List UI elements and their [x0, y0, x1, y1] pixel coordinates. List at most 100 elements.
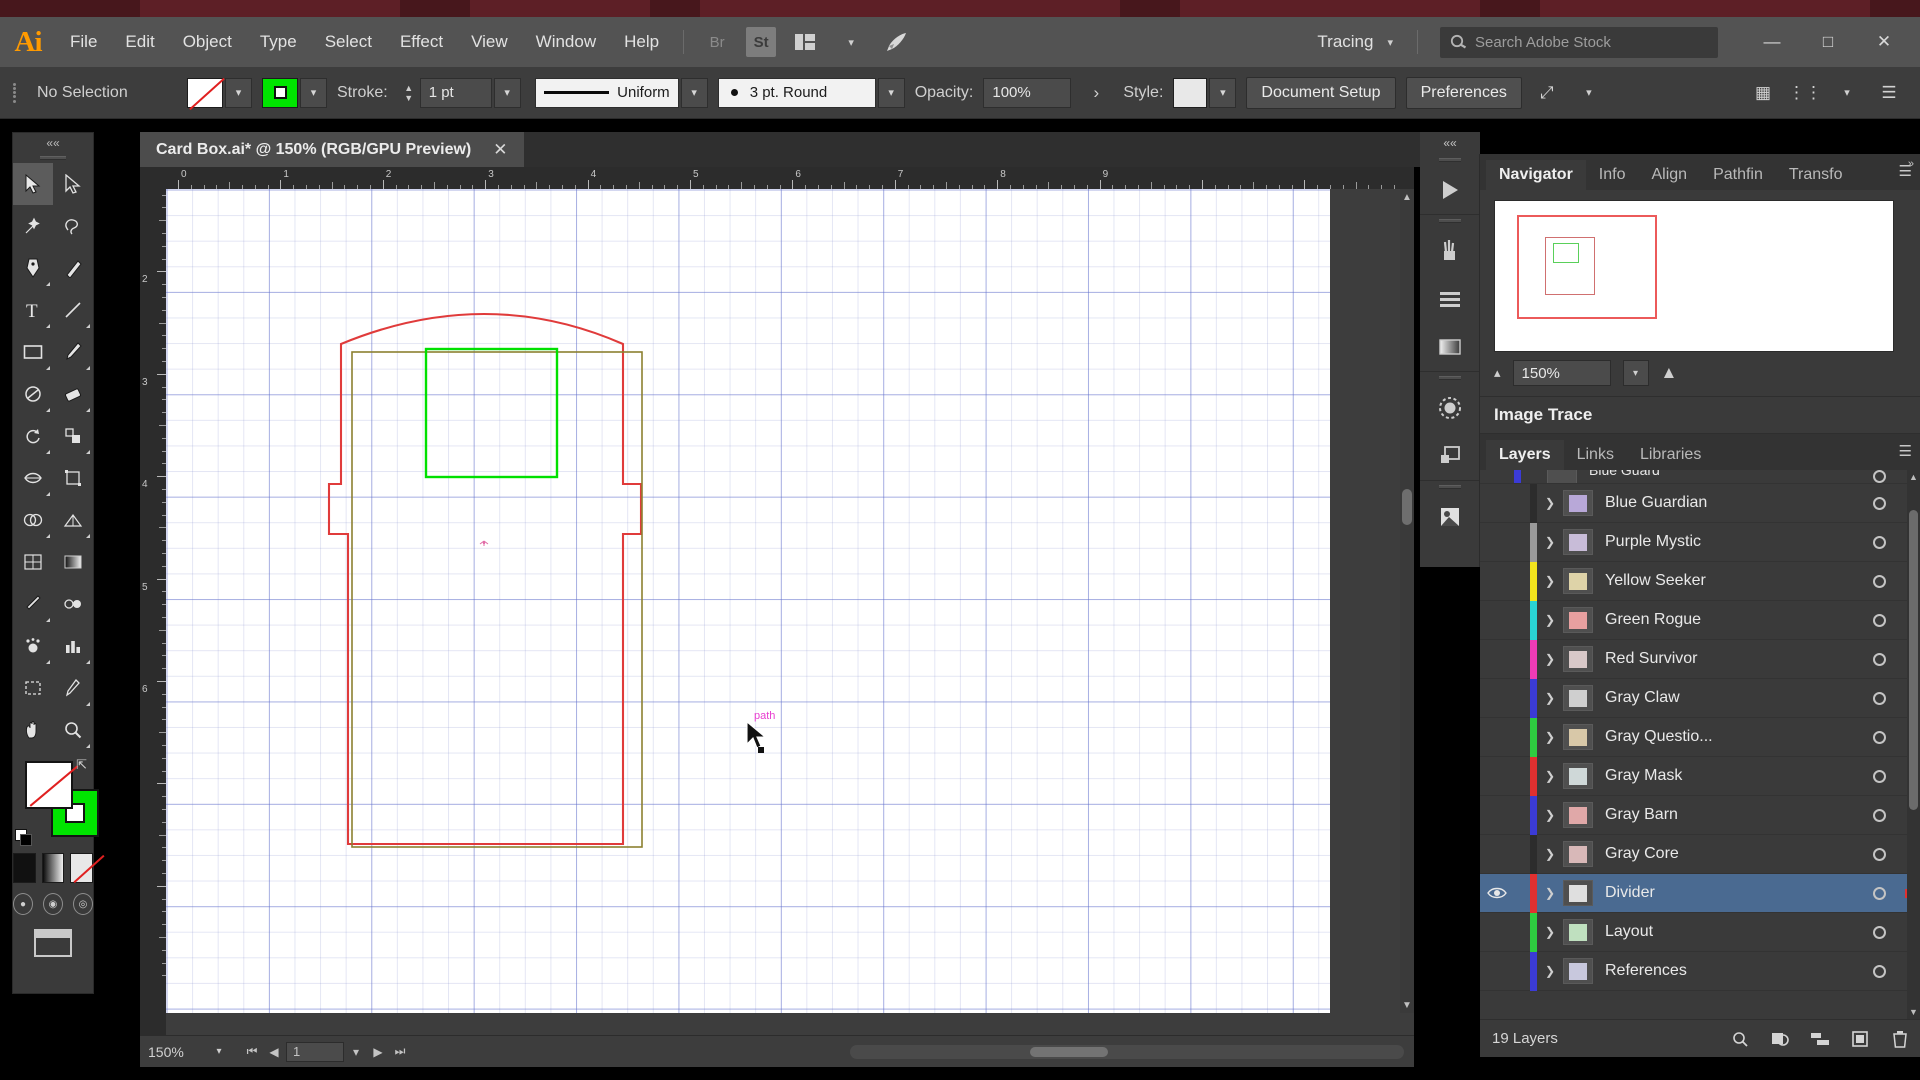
panel-icon-color-guide[interactable] [1420, 384, 1479, 432]
preferences-button[interactable]: Preferences [1405, 76, 1522, 109]
panel-icon-properties[interactable] [1420, 166, 1479, 214]
layers-scroll-up-icon[interactable]: ▲ [1907, 470, 1920, 484]
panel-icon-image-trace[interactable] [1420, 493, 1479, 541]
tab-layers[interactable]: Layers [1486, 440, 1564, 470]
magic-wand-tool[interactable] [13, 205, 53, 247]
tab-pathfinder[interactable]: Pathfin [1700, 160, 1776, 190]
shaper-tool[interactable] [13, 373, 53, 415]
width-tool[interactable] [13, 457, 53, 499]
layer-row[interactable]: ❯ Blue Guardian [1480, 483, 1920, 523]
panel-icon-transform[interactable] [1420, 432, 1479, 480]
artboard-tool[interactable] [13, 667, 53, 709]
layer-row-partial[interactable]: Blue Guard [1480, 470, 1920, 484]
close-button[interactable]: ✕ [1856, 24, 1912, 60]
hand-tool[interactable] [13, 709, 53, 751]
visibility-icon[interactable] [1480, 886, 1514, 900]
scale-tool[interactable] [53, 415, 93, 457]
arrange-chevron-down-icon[interactable]: ▾ [834, 27, 868, 57]
perspective-grid-tool[interactable] [53, 499, 93, 541]
fill-dropdown-icon[interactable]: ▾ [225, 77, 252, 108]
navigator-thumbnail[interactable] [1494, 200, 1894, 352]
target-indicator-icon[interactable] [1860, 847, 1898, 861]
target-indicator-icon[interactable] [1860, 769, 1898, 783]
layers-scroll-down-icon[interactable]: ▼ [1907, 1005, 1920, 1019]
paintbrush-tool[interactable] [53, 331, 93, 373]
canvas-vertical-scrollbar[interactable]: ▲ ▼ [1400, 189, 1414, 1013]
target-indicator-icon[interactable] [1860, 574, 1898, 588]
delete-selection-icon[interactable] [1880, 1030, 1920, 1048]
selection-tool[interactable] [13, 163, 53, 205]
menu-help[interactable]: Help [610, 17, 673, 67]
swap-fill-stroke-icon[interactable]: ⇱ [76, 757, 87, 773]
navigator-zoom-dropdown-icon[interactable]: ▾ [1622, 360, 1649, 386]
artboard-dropdown-icon[interactable]: ▾ [346, 1045, 366, 1059]
status-zoom-dropdown-icon[interactable]: ▾ [206, 1046, 232, 1057]
layer-row[interactable]: ❯ Gray Claw [1480, 678, 1920, 718]
toolbar-collapse-icon[interactable]: «« [13, 133, 93, 153]
layers-scrollbar-thumb[interactable] [1909, 510, 1918, 810]
layer-row[interactable]: ❯ Gray Barn [1480, 795, 1920, 835]
menu-view[interactable]: View [457, 17, 522, 67]
expand-chevron-icon[interactable]: ❯ [1537, 496, 1563, 510]
expand-chevron-icon[interactable]: ❯ [1537, 808, 1563, 822]
vertical-ruler[interactable]: 23456 [140, 189, 166, 1035]
arrange-objects-icon[interactable]: ▦ [1746, 77, 1780, 109]
expand-chevron-icon[interactable]: ❯ [1537, 847, 1563, 861]
rail-grip-2[interactable] [1420, 215, 1479, 227]
image-trace-panel-header[interactable]: Image Trace [1480, 396, 1920, 434]
gradient-tool[interactable] [53, 541, 93, 583]
expand-chevron-icon[interactable]: ❯ [1537, 964, 1563, 978]
document-tab[interactable]: Card Box.ai* @ 150% (RGB/GPU Preview) ✕ [140, 132, 524, 167]
toolbar-grip[interactable] [13, 153, 93, 163]
menu-type[interactable]: Type [246, 17, 311, 67]
eraser-tool[interactable] [53, 373, 93, 415]
ruler-corner[interactable] [140, 167, 166, 189]
restore-button[interactable]: □ [1800, 24, 1856, 60]
make-clipping-mask-icon[interactable] [1760, 1030, 1800, 1048]
screen-mode-button[interactable] [13, 929, 93, 957]
line-segment-tool[interactable] [53, 289, 93, 331]
layer-row[interactable]: ❯ Gray Mask [1480, 756, 1920, 796]
navigator-zoom-field[interactable]: 150% [1512, 360, 1611, 386]
horizontal-ruler[interactable]: 0123456789 [166, 167, 1414, 189]
expand-chevron-icon[interactable]: ❯ [1537, 574, 1563, 588]
menu-file[interactable]: File [56, 17, 111, 67]
color-button[interactable] [13, 853, 36, 883]
target-indicator-icon[interactable] [1860, 886, 1898, 900]
panel-icon-symbols[interactable] [1420, 275, 1479, 323]
brush-definition-field[interactable]: 3 pt. Round [717, 77, 876, 108]
stock-icon[interactable]: St [746, 27, 777, 57]
dock-expand-icon[interactable]: » [1908, 158, 1914, 170]
tab-libraries[interactable]: Libraries [1627, 440, 1714, 470]
pen-tool[interactable] [13, 247, 53, 289]
locate-object-icon[interactable] [1720, 1030, 1760, 1048]
type-tool[interactable]: T [13, 289, 53, 331]
rectangle-tool[interactable] [13, 331, 53, 373]
direct-selection-tool[interactable] [53, 163, 93, 205]
mesh-tool[interactable] [13, 541, 53, 583]
layer-row[interactable]: ❯ Divider [1480, 873, 1920, 913]
rotate-tool[interactable] [13, 415, 53, 457]
target-indicator-icon[interactable] [1860, 925, 1898, 939]
brush-definition-dropdown-icon[interactable]: ▾ [877, 77, 905, 108]
layer-row[interactable]: ❯ Green Rogue [1480, 600, 1920, 640]
search-adobe-stock-input[interactable]: Search Adobe Stock [1440, 26, 1718, 58]
align-chevron-down-icon[interactable]: ▾ [1830, 77, 1864, 109]
target-indicator-icon[interactable] [1860, 808, 1898, 822]
zoom-tool[interactable] [53, 709, 93, 751]
scroll-up-icon[interactable]: ▲ [1400, 189, 1414, 205]
fill-color-swatch[interactable] [187, 77, 223, 108]
stroke-profile-dropdown-icon[interactable]: ▾ [680, 77, 708, 108]
style-dropdown-icon[interactable]: ▾ [1209, 77, 1237, 108]
free-transform-tool[interactable] [53, 457, 93, 499]
expand-chevron-icon[interactable]: ❯ [1537, 652, 1563, 666]
gradient-button[interactable] [41, 853, 65, 883]
layer-row[interactable]: ❯ Gray Questio... [1480, 717, 1920, 757]
layer-row[interactable]: ❯ References [1480, 951, 1920, 991]
panel-icon-gradient[interactable] [1420, 323, 1479, 371]
layer-row[interactable]: ❯ Yellow Seeker [1480, 561, 1920, 601]
layer-row[interactable]: ❯ Layout [1480, 912, 1920, 952]
lasso-tool[interactable] [53, 205, 93, 247]
draw-inside-icon[interactable]: ◎ [73, 893, 93, 915]
layers-scrollbar[interactable]: ▲ ▼ [1907, 470, 1920, 1019]
